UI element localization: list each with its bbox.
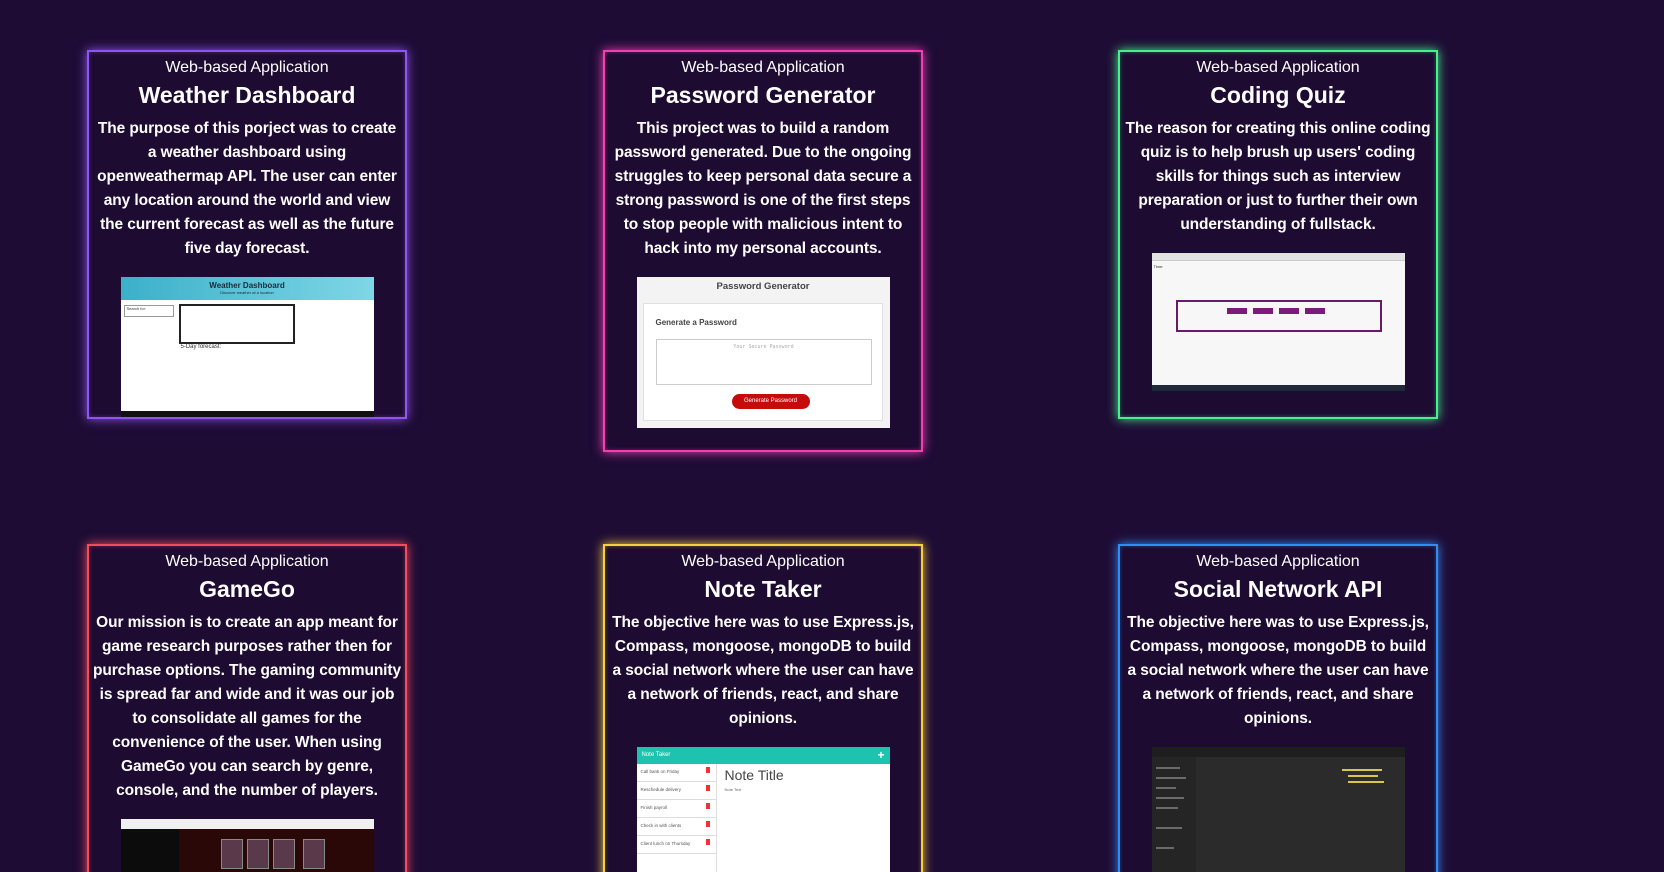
- project-title: GameGo: [199, 576, 295, 602]
- project-title: Note Taker: [704, 576, 822, 602]
- trash-icon: [705, 803, 710, 809]
- screenshot-panel: Generate a Password Your Secure Password…: [642, 303, 883, 421]
- project-description: The reason for creating this online codi…: [1125, 120, 1431, 233]
- project-title: Social Network API: [1173, 576, 1383, 602]
- project-title: Weather Dashboard: [138, 82, 356, 108]
- screenshot-line: [1155, 847, 1174, 849]
- project-screenshot[interactable]: Weather Dashboard Discover weather at a l…: [120, 277, 374, 417]
- screenshot-code: [1341, 769, 1382, 771]
- screenshot-browser-bar: [1151, 253, 1405, 261]
- screenshot-header: Weather Dashboard Discover weather at a l…: [120, 277, 374, 300]
- project-type: Web-based Application: [681, 553, 845, 570]
- screenshot-search: Search for:: [123, 305, 174, 317]
- project-card-social-network-api[interactable]: Web-based Application Social Network API…: [1118, 544, 1438, 872]
- screenshot-taskbar: [1151, 385, 1405, 391]
- project-card-weather-dashboard[interactable]: Web-based Application Weather Dashboard …: [87, 50, 407, 419]
- project-description: The purpose of this porject was to creat…: [97, 120, 397, 257]
- screenshot-toolbar: [1151, 747, 1405, 757]
- project-description: The objective here was to use Express.js…: [612, 614, 914, 727]
- list-item: Client lunch on Thursday: [636, 836, 716, 854]
- project-card-gamego[interactable]: Web-based Application GameGo Our mission…: [87, 544, 407, 872]
- screenshot-note-title: Note Title: [724, 767, 784, 783]
- project-card-password-generator[interactable]: Web-based Application Password Generator…: [603, 50, 923, 452]
- project-screenshot[interactable]: Note Taker + Call bank on Friday Resched…: [636, 747, 890, 872]
- screenshot-current-box: [178, 304, 295, 344]
- project-type: Web-based Application: [1196, 553, 1360, 570]
- project-screenshot[interactable]: Time:: [1151, 253, 1405, 391]
- project-type: Web-based Application: [681, 59, 845, 76]
- project-screenshot[interactable]: [120, 819, 374, 872]
- screenshot-line: [1155, 777, 1186, 779]
- project-type: Web-based Application: [165, 59, 329, 76]
- project-title: Coding Quiz: [1210, 82, 1346, 108]
- project-type: Web-based Application: [165, 553, 329, 570]
- project-type: Web-based Application: [1196, 59, 1360, 76]
- screenshot-line: [1155, 787, 1176, 789]
- screenshot-game-cover: [272, 839, 295, 869]
- list-item: Finish payroll: [636, 800, 716, 818]
- screenshot-header: Note Taker: [636, 747, 890, 764]
- trash-icon: [705, 821, 710, 827]
- screenshot-code: [1347, 775, 1378, 777]
- screenshot-quiz-box: [1175, 300, 1382, 332]
- project-description: Our mission is to create an app meant fo…: [93, 614, 401, 799]
- screenshot-answer-button: [1278, 308, 1299, 314]
- screenshot-password-field: Your Secure Password: [655, 339, 872, 385]
- screenshot-line: [1155, 767, 1180, 769]
- screenshot-filter-panel: [120, 829, 179, 872]
- list-item: Call bank on Friday: [636, 764, 716, 782]
- screenshot-header: Password Generator: [716, 281, 810, 292]
- screenshot-sidebar: [1151, 757, 1196, 872]
- screenshot-answer-button: [1252, 308, 1273, 314]
- screenshot-answer-button: [1226, 308, 1247, 314]
- screenshot-line: [1155, 797, 1184, 799]
- plus-icon: +: [877, 748, 885, 762]
- screenshot-game-cover: [246, 839, 269, 869]
- list-item: Check in with clients: [636, 818, 716, 836]
- projects-grid: Web-based Application Weather Dashboard …: [0, 0, 1664, 872]
- screenshot-note-text: Note Text: [724, 787, 742, 792]
- screenshot-timer: Time:: [1153, 264, 1164, 269]
- screenshot-generate-button: Generate Password: [731, 394, 810, 409]
- project-description: The objective here was to use Express.js…: [1127, 614, 1429, 727]
- screenshot-subheader: Generate a Password: [655, 318, 737, 327]
- screenshot-forecast-label: 5-Day forecast:: [180, 344, 222, 350]
- trash-icon: [705, 839, 710, 845]
- trash-icon: [705, 785, 710, 791]
- screenshot-line: [1155, 827, 1182, 829]
- screenshot-code: [1347, 781, 1384, 783]
- list-item: Reschedule delivery: [636, 782, 716, 800]
- screenshot-note-list: Call bank on Friday Reschedule delivery …: [636, 764, 717, 872]
- screenshot-browser-bar: [120, 819, 374, 829]
- project-screenshot[interactable]: Password Generator Generate a Password Y…: [636, 277, 890, 428]
- trash-icon: [705, 767, 710, 773]
- project-card-coding-quiz[interactable]: Web-based Application Coding Quiz The re…: [1118, 50, 1438, 419]
- screenshot-line: [1155, 807, 1178, 809]
- screenshot-taskbar: [120, 411, 374, 417]
- project-card-note-taker[interactable]: Web-based Application Note Taker The obj…: [603, 544, 923, 872]
- project-title: Password Generator: [650, 82, 876, 108]
- screenshot-answer-button: [1304, 308, 1325, 314]
- screenshot-game-cover: [302, 839, 325, 869]
- screenshot-game-cover: [220, 839, 243, 869]
- project-screenshot[interactable]: [1151, 747, 1405, 872]
- project-description: This project was to build a random passw…: [614, 120, 912, 257]
